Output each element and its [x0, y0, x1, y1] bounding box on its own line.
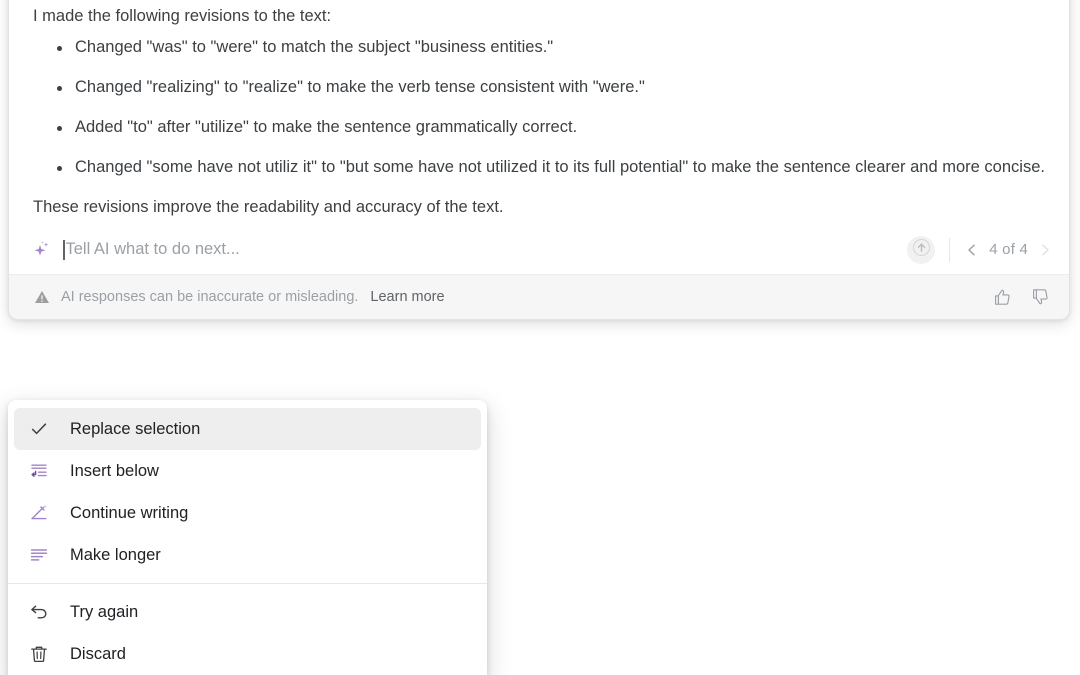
- thumbs-down-icon[interactable]: [1029, 286, 1051, 308]
- ai-result-card: I made the following revisions to the te…: [8, 0, 1070, 320]
- menu-item-label: Insert below: [70, 461, 159, 480]
- undo-arrow-icon: [28, 601, 50, 623]
- list-item: Added "to" after "utilize" to make the s…: [57, 116, 1045, 140]
- chevron-left-icon[interactable]: [964, 242, 980, 258]
- menu-item-make-longer[interactable]: Make longer: [14, 534, 481, 576]
- menu-item-try-again[interactable]: Try again: [14, 591, 481, 633]
- trash-icon: [28, 643, 50, 665]
- menu-item-label: Try again: [70, 602, 139, 621]
- learn-more-link[interactable]: Learn more: [370, 289, 444, 305]
- menu-item-continue-writing[interactable]: Continue writing: [14, 492, 481, 534]
- menu-item-insert-below[interactable]: Insert below: [14, 450, 481, 492]
- ai-outro-text: These revisions improve the readability …: [33, 198, 504, 217]
- check-icon: [28, 418, 50, 440]
- ai-actions-menu: Replace selection Insert below Continue …: [8, 400, 487, 675]
- sparkle-icon: [31, 239, 53, 261]
- menu-item-label: Continue writing: [70, 503, 189, 522]
- warning-triangle-icon: [33, 288, 51, 306]
- ai-intro-text: I made the following revisions to the te…: [33, 7, 332, 25]
- menu-item-replace-selection[interactable]: Replace selection: [14, 408, 481, 450]
- list-item: Changed "some have not utiliz it" to "bu…: [57, 156, 1045, 180]
- chevron-right-icon[interactable]: [1037, 242, 1053, 258]
- menu-item-label: Make longer: [70, 545, 161, 564]
- pager-count-label: 4 of 4: [989, 241, 1028, 259]
- text-lines-icon: [28, 544, 50, 566]
- menu-divider: [8, 583, 487, 584]
- prompt-input[interactable]: Tell AI what to do next...: [63, 226, 907, 274]
- feedback-controls: [991, 286, 1051, 308]
- ai-revisions-list: Changed "was" to "were" to match the sub…: [33, 36, 1045, 180]
- prompt-placeholder: Tell AI what to do next...: [65, 240, 240, 259]
- ai-response-body: I made the following revisions to the te…: [9, 0, 1069, 226]
- insert-below-icon: [28, 460, 50, 482]
- pencil-line-icon: [28, 502, 50, 524]
- screen-root: I made the following revisions to the te…: [0, 0, 1080, 675]
- disclaimer-text: AI responses can be inaccurate or mislea…: [61, 288, 359, 305]
- submit-button[interactable]: [907, 235, 936, 264]
- menu-item-label: Replace selection: [70, 419, 201, 438]
- menu-item-label: Discard: [70, 644, 126, 663]
- list-item: Changed "was" to "were" to match the sub…: [57, 36, 1045, 60]
- text-caret: [63, 239, 65, 260]
- toolbar-divider: [949, 237, 951, 262]
- disclaimer-bar: AI responses can be inaccurate or mislea…: [9, 273, 1069, 319]
- arrow-up-icon: [912, 238, 930, 261]
- list-item: Changed "realizing" to "realize" to make…: [57, 76, 1045, 100]
- prompt-row: Tell AI what to do next... 4 of 4: [9, 226, 1069, 274]
- thumbs-up-icon[interactable]: [991, 286, 1013, 308]
- menu-item-discard[interactable]: Discard: [14, 633, 481, 675]
- response-pager: 4 of 4: [964, 241, 1053, 258]
